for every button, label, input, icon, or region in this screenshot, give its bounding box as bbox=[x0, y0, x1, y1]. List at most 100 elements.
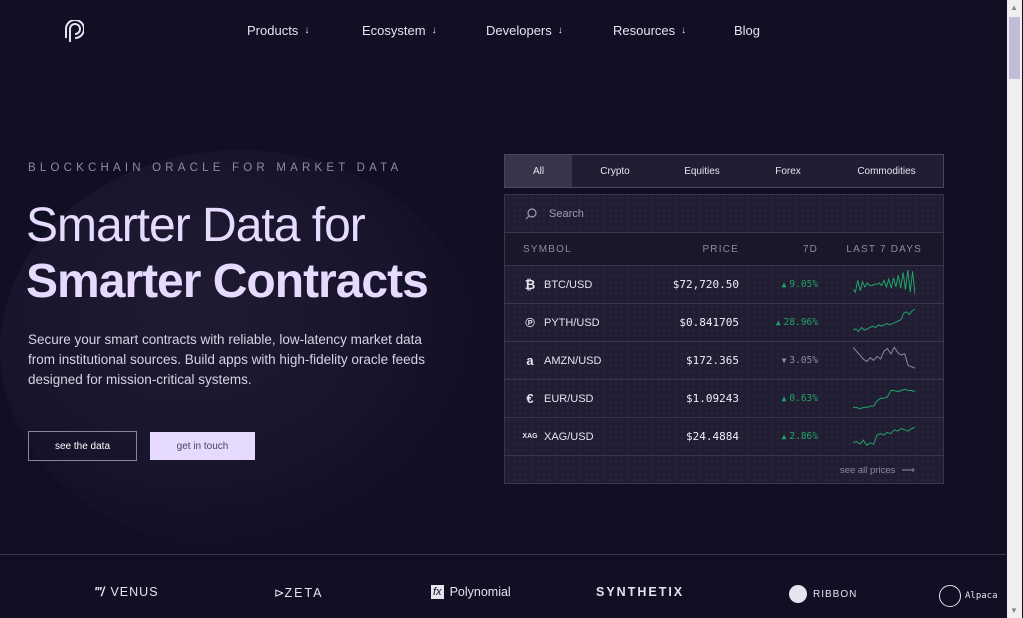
symbol: PYTH/USD bbox=[544, 316, 600, 329]
symbol: AMZN/USD bbox=[544, 354, 602, 367]
symbol: EUR/USD bbox=[544, 392, 594, 405]
change-value: 28.96% bbox=[783, 317, 818, 328]
partner-name: ZETA bbox=[284, 585, 324, 600]
ribbon-logo-icon bbox=[789, 585, 807, 603]
scrollbar[interactable]: ▲ ▼ bbox=[1007, 0, 1022, 618]
triangle-up-icon: ▲ bbox=[775, 318, 781, 327]
table-row[interactable]: € EUR/USD $1.09243 ▲ 0.63% bbox=[505, 380, 943, 418]
change-value: 0.63% bbox=[789, 393, 818, 404]
nav-label: Blog bbox=[734, 23, 761, 38]
chevron-down-icon: ↓ bbox=[557, 25, 563, 36]
scrollbar-thumb[interactable] bbox=[1009, 17, 1020, 79]
sparkline bbox=[853, 346, 915, 369]
price: $1.09243 bbox=[686, 392, 739, 405]
search-placeholder: Search bbox=[549, 207, 584, 220]
table-row[interactable]: a AMZN/USD $172.365 ▼ 3.05% bbox=[505, 342, 943, 380]
price: $72,720.50 bbox=[672, 278, 739, 291]
see-the-data-button[interactable]: see the data bbox=[28, 431, 137, 461]
partner-name: SYNTHETIX bbox=[596, 585, 685, 599]
partner-name: Polynomial bbox=[449, 585, 511, 599]
nav-products[interactable]: Products ↓ bbox=[247, 23, 309, 38]
change-7d: ▲ 28.96% bbox=[776, 304, 818, 341]
euro-icon: € bbox=[526, 391, 534, 406]
hero-eyebrow: BLOCKCHAIN ORACLE FOR MARKET DATA bbox=[28, 162, 403, 174]
col-7d: 7D bbox=[802, 243, 818, 255]
see-all-prices-link[interactable]: see all prices ⟶ bbox=[505, 456, 943, 484]
partner-name: Alpaca bbox=[965, 591, 998, 601]
nav-label: Resources bbox=[613, 23, 676, 38]
get-in-touch-button[interactable]: get in touch bbox=[150, 432, 255, 460]
nav-developers[interactable]: Developers ↓ bbox=[486, 23, 563, 38]
change-7d: ▼ 3.05% bbox=[782, 342, 818, 379]
chevron-down-icon: ↓ bbox=[304, 25, 310, 36]
nav-blog[interactable]: Blog bbox=[734, 23, 760, 38]
scroll-up-icon[interactable]: ▲ bbox=[1010, 3, 1018, 12]
partner-venus: ‴/ VENUS bbox=[95, 585, 159, 599]
arrow-right-icon: ⟶ bbox=[901, 464, 915, 476]
triangle-up-icon: ▲ bbox=[781, 280, 787, 289]
change-value: 3.05% bbox=[789, 355, 818, 366]
partner-alpaca: Alpaca bbox=[939, 585, 998, 607]
chevron-down-icon: ↓ bbox=[431, 25, 437, 36]
see-all-label: see all prices bbox=[839, 464, 896, 476]
search-input[interactable]: Search bbox=[505, 195, 943, 233]
sparkline bbox=[853, 270, 915, 295]
nav-ecosystem[interactable]: Ecosystem ↓ bbox=[362, 23, 437, 38]
hero-title-line2: Smarter Contracts bbox=[26, 255, 429, 308]
sparkline-line bbox=[853, 270, 915, 295]
sparkline bbox=[853, 426, 915, 447]
nav-label: Ecosystem bbox=[362, 23, 426, 38]
tab-crypto[interactable]: Crypto bbox=[572, 155, 658, 187]
partner-name: VENUS bbox=[110, 585, 159, 599]
col-symbol: SYMBOL bbox=[523, 243, 572, 255]
change-7d: ▲ 9.05% bbox=[782, 266, 818, 303]
sparkline bbox=[853, 388, 915, 410]
hero-description: Secure your smart contracts with reliabl… bbox=[28, 332, 425, 387]
amazon-icon: a bbox=[526, 353, 534, 368]
bitcoin-icon: ₿ bbox=[524, 277, 536, 292]
nav-label: Developers bbox=[486, 23, 552, 38]
tab-commodities[interactable]: Commodities bbox=[830, 155, 943, 187]
col-price: PRICE bbox=[702, 243, 739, 255]
table-header: SYMBOL PRICE 7D LAST 7 DAYS bbox=[505, 233, 943, 266]
scroll-down-icon[interactable]: ▼ bbox=[1010, 606, 1018, 615]
symbol: BTC/USD bbox=[544, 278, 593, 291]
triangle-down-icon: ▼ bbox=[781, 356, 787, 365]
col-last-7-days: LAST 7 DAYS bbox=[846, 243, 922, 255]
polynomial-logo-icon: fx bbox=[431, 585, 444, 599]
triangle-up-icon: ▲ bbox=[781, 394, 787, 403]
alpaca-logo-icon bbox=[939, 585, 961, 607]
partner-zeta: ⊳ ZETA bbox=[274, 585, 324, 601]
table-row[interactable]: ₿ BTC/USD $72,720.50 ▲ 9.05% bbox=[505, 266, 943, 304]
partner-synthetix: SYNTHETIX bbox=[596, 585, 684, 599]
partner-name: RIBBON bbox=[813, 588, 858, 600]
change-7d: ▲ 2.86% bbox=[782, 418, 818, 455]
chevron-down-icon: ↓ bbox=[681, 25, 687, 36]
partner-ribbon: RIBBON bbox=[789, 585, 857, 603]
sparkline-line bbox=[853, 426, 915, 447]
change-value: 9.05% bbox=[789, 279, 818, 290]
sparkline bbox=[853, 308, 915, 333]
price: $172.365 bbox=[686, 354, 739, 367]
table-row[interactable]: XAG XAG/USD $24.4884 ▲ 2.86% bbox=[505, 418, 943, 456]
venus-logo-icon: ‴/ bbox=[95, 585, 105, 599]
table-row[interactable]: ℗ PYTH/USD $0.841705 ▲ 28.96% bbox=[505, 304, 943, 342]
hero-title-line1: Smarter Data for bbox=[26, 199, 366, 252]
tab-forex[interactable]: Forex bbox=[746, 155, 830, 187]
pyth-logo-icon[interactable] bbox=[64, 20, 84, 44]
partner-polynomial: fx Polynomial bbox=[431, 585, 511, 599]
change-7d: ▲ 0.63% bbox=[782, 380, 818, 417]
price-category-tabs: All Crypto Equities Forex Commodities bbox=[504, 154, 944, 188]
tab-all[interactable]: All bbox=[505, 155, 572, 187]
section-divider bbox=[0, 554, 1006, 555]
search-icon bbox=[525, 207, 537, 219]
triangle-up-icon: ▲ bbox=[781, 432, 787, 441]
zeta-logo-icon: ⊳ bbox=[274, 586, 285, 600]
sparkline-line bbox=[853, 308, 915, 333]
sparkline-line bbox=[853, 346, 915, 369]
tab-equities[interactable]: Equities bbox=[658, 155, 746, 187]
silver-icon: XAG bbox=[522, 433, 538, 440]
price: $24.4884 bbox=[686, 430, 739, 443]
nav-resources[interactable]: Resources ↓ bbox=[613, 23, 686, 38]
top-nav: Products ↓ Ecosystem ↓ Developers ↓ Resourc… bbox=[0, 0, 1000, 62]
